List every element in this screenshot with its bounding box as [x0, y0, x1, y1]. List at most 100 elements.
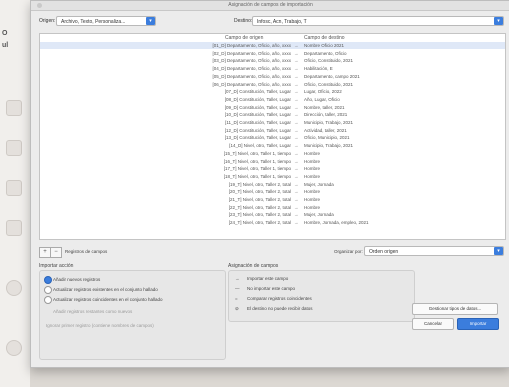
target-field: Oficio, Constituido, 2021: [304, 58, 354, 64]
source-field: [16_T] Nivel, otro, Taller 1, tiempo: [223, 158, 291, 164]
mapping-row[interactable]: [17_T] Nivel, otro, Taller 1, tiempo → Hom…: [40, 165, 505, 172]
target-field: Oficio, Municipio, 2021: [304, 135, 350, 141]
arrow-right-icon: →: [294, 158, 299, 164]
arrange-label: Organizar por:: [334, 249, 363, 254]
chevron-down-icon: ▾: [494, 247, 503, 255]
arrange-value: Orden origen: [369, 249, 399, 255]
remove-button[interactable]: −: [50, 247, 62, 258]
target-field: Hombre: [304, 204, 321, 210]
import-button[interactable]: Importar: [457, 318, 499, 330]
mapping-row[interactable]: [18_T] Nivel, otro, Taller 1, tiempo → Hom…: [40, 173, 505, 180]
source-field: [17_T] Nivel, otro, Taller 1, tiempo: [223, 166, 291, 172]
arrow-right-icon: →: [294, 189, 299, 195]
mapping-row[interactable]: [23_T] Nivel, otro, Taller 2, total → Muje…: [40, 211, 505, 218]
arrow-right-icon: →: [294, 166, 299, 172]
field-mapping-list[interactable]: Campo de origen Campo de destino [01_D] …: [39, 33, 506, 240]
column-header-source: Campo de origen: [225, 35, 264, 41]
doc-icon: [6, 220, 22, 236]
source-field: [10_D] Constitución, Taller, Lugar: [224, 112, 291, 118]
target-field: Hombre: [304, 158, 321, 164]
radio-update-existing[interactable]: [44, 286, 52, 294]
source-field: [19_T] Nivel, otro, Taller 2, total: [228, 181, 291, 187]
record-fields-label: Registros de campos: [65, 249, 108, 254]
arrow-right-icon: →: [294, 112, 299, 118]
source-field: [15_T] Nivel, otro, Taller 1, tiempo: [223, 150, 291, 156]
mapping-row[interactable]: [08_D] Constitución, Taller, Lugar → Año, …: [40, 96, 505, 103]
arrow-right-icon: →: [294, 220, 299, 226]
doc-icon: [6, 140, 22, 156]
source-field: [07_D] Constitución, Taller, Lugar: [224, 89, 291, 95]
legend-text: El destino no puede recibir datos: [247, 306, 313, 311]
target-field: Hombre: [304, 189, 321, 195]
import-action-title: Importar acción: [39, 263, 74, 269]
target-field: Hombre: [304, 150, 321, 156]
cancel-button[interactable]: Cancelar: [412, 318, 454, 330]
target-field: Nombre, taller, 2021: [304, 104, 345, 110]
mapping-row[interactable]: [15_T] Nivel, otro, Taller 1, tiempo → Hom…: [40, 150, 505, 157]
background-label: ul: [2, 42, 9, 49]
arrow-right-icon: →: [294, 181, 299, 187]
list-footer: + − Registros de campos Organizar por: O…: [39, 245, 504, 258]
mapping-row[interactable]: [13_D] Constitución, Taller, Lugar → Ofici…: [40, 134, 505, 141]
source-field: [21_T] Nivel, otro, Taller 2, total: [228, 197, 291, 202]
target-field: Mujer, Jornada: [304, 181, 334, 187]
mapping-row[interactable]: [03_D] Departamento, Oficio, año, xxxx → O…: [40, 57, 505, 64]
window-title: Asignación de campos de importación: [228, 2, 313, 8]
mapping-row[interactable]: [14_D] Nivel, otro, Taller, Lugar → Munici…: [40, 142, 505, 149]
mapping-row[interactable]: [06_D] Departamento, Oficio, año, xxxx → O…: [40, 81, 505, 88]
mapping-row[interactable]: [19_T] Nivel, otro, Taller 2, total → Muje…: [40, 181, 505, 188]
target-field: Departamento, Oficio: [304, 50, 347, 56]
source-field: [05_D] Departamento, Oficio, año, xxxx: [212, 73, 291, 79]
mapping-row[interactable]: [16_T] Nivel, otro, Taller 1, tiempo → Hom…: [40, 158, 505, 165]
option-add-remaining[interactable]: Añadir registros restantes como nuevos: [53, 309, 132, 314]
mapping-row[interactable]: [04_D] Departamento, Oficio, año, xxxx → H…: [40, 65, 505, 72]
mapping-row[interactable]: [21_T] Nivel, otro, Taller 2, total → Homb…: [40, 196, 505, 203]
destination-select[interactable]: Infosc, Acn, Trabajo, T ▾: [252, 16, 504, 26]
mapping-row[interactable]: [22_T] Nivel, otro, Taller 2, total → Homb…: [40, 204, 505, 211]
circle-icon: [6, 340, 22, 356]
arrow-right-icon: →: [294, 58, 299, 64]
target-field: Hombre, Jornada, empleo, 2021: [304, 220, 369, 226]
arrow-right-icon: →: [294, 50, 299, 56]
arrow-right-icon: →: [294, 150, 299, 156]
source-field: [03_D] Departamento, Oficio, año, xxxx: [212, 58, 291, 64]
legend-text: Comparar registros coincidentes: [247, 296, 312, 301]
target-field: Actividad, taller, 2021: [304, 127, 347, 133]
arrow-right-icon: →: [294, 66, 299, 72]
arrow-right-icon: →: [294, 127, 299, 133]
target-field: Oficio, Constituido, 2021: [304, 81, 354, 87]
source-field: [08_D] Constitución, Taller, Lugar: [224, 96, 291, 102]
source-field: [23_T] Nivel, otro, Taller 2, total: [228, 212, 291, 218]
close-window-button[interactable]: [37, 3, 42, 8]
legend-text: Importar este campo: [247, 276, 289, 281]
radio-add-new[interactable]: [44, 276, 52, 284]
origin-select[interactable]: Archivo, Texto, Personaliza... ▾: [56, 16, 156, 26]
mapping-row[interactable]: [11_D] Constitución, Taller, Lugar → Munic…: [40, 119, 505, 126]
arrange-select[interactable]: Orden origen ▾: [364, 246, 504, 256]
option-update-existing: Actualizar registros existentes en el co…: [53, 287, 158, 292]
target-field: Hombre: [304, 173, 321, 179]
mapping-row[interactable]: [01_D] Departamento, Oficio, año, xxxx → N…: [40, 42, 505, 49]
target-field: Municipio, Trabajo, 2021: [304, 143, 354, 149]
origin-label: Origen:: [39, 18, 56, 24]
mapping-row[interactable]: [09_D] Constitución, Taller, Lugar → Nombr…: [40, 104, 505, 111]
legend-symbol: →: [235, 276, 240, 281]
source-field: [24_T] Nivel, otro, Taller 2, total: [228, 220, 291, 226]
arrow-right-icon: →: [294, 173, 299, 179]
option-skip-first-record[interactable]: Ignorar primer registro (contiene nombre…: [46, 323, 154, 328]
chevron-down-icon: ▾: [146, 17, 155, 25]
mapping-row[interactable]: [20_T] Nivel, otro, Taller 2, total → Homb…: [40, 188, 505, 195]
destination-label: Destino:: [234, 18, 253, 24]
mapping-row[interactable]: [10_D] Constitución, Taller, Lugar → Direc…: [40, 111, 505, 118]
radio-update-matching[interactable]: [44, 296, 52, 304]
arrow-right-icon: →: [294, 197, 299, 202]
source-field: [06_D] Departamento, Oficio, año, xxxx: [212, 81, 291, 87]
import-mapping-dialog: Asignación de campos de importación Orig…: [30, 0, 509, 368]
mapping-row[interactable]: [24_T] Nivel, otro, Taller 2, total → Homb…: [40, 219, 505, 226]
mapping-row[interactable]: [12_D] Constitución, Taller, Lugar → Activ…: [40, 127, 505, 134]
mapping-row[interactable]: [05_D] Departamento, Oficio, año, xxxx → D…: [40, 73, 505, 80]
mapping-row[interactable]: [07_D] Constitución, Taller, Lugar → Lugar…: [40, 88, 505, 95]
manage-data-types-button[interactable]: Gestionar tipos de datos...: [412, 303, 498, 315]
mapping-row[interactable]: [02_D] Departamento, Oficio, año, xxxx → D…: [40, 50, 505, 57]
field-mapping-legend: → Importar este campo — No importar este ca…: [228, 270, 415, 322]
